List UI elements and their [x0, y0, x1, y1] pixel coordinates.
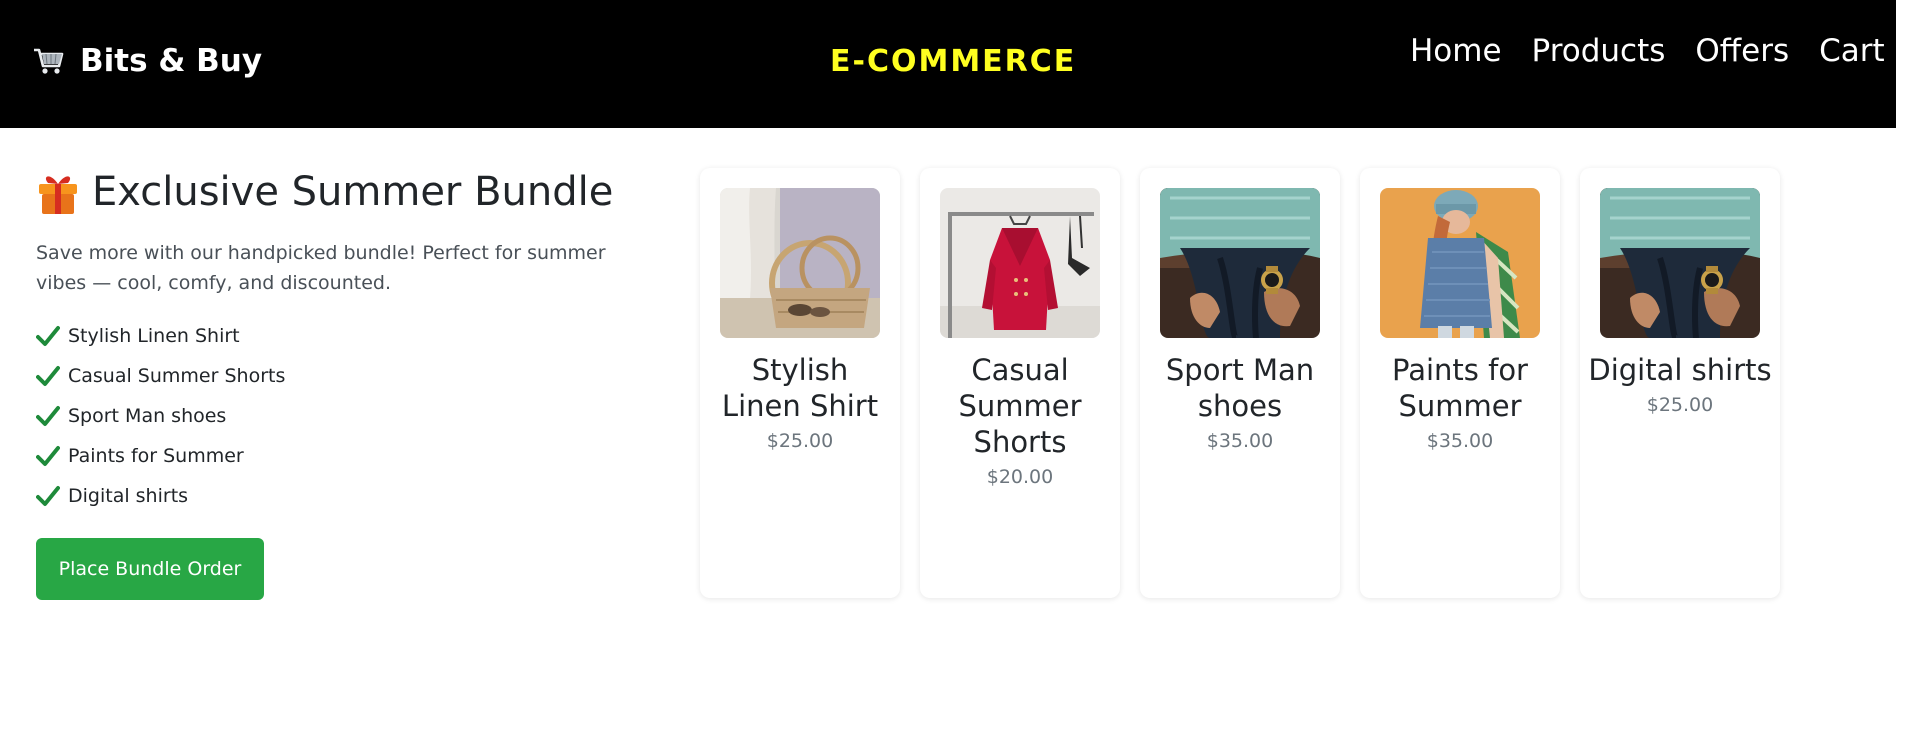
product-card[interactable]: Digital shirts $25.00 — [1580, 168, 1780, 598]
list-item: Sport Man shoes — [36, 396, 656, 436]
list-item: Paints for Summer — [36, 436, 656, 476]
product-name: Paints for Summer — [1392, 353, 1528, 423]
bundle-item-label: Paints for Summer — [68, 445, 244, 467]
place-bundle-order-button[interactable]: Place Bundle Order — [36, 538, 264, 600]
bundle-item-label: Stylish Linen Shirt — [68, 325, 240, 347]
shopping-cart-icon — [34, 48, 64, 74]
site-title: E-COMMERCE — [830, 44, 1077, 79]
product-name: Digital shirts — [1588, 353, 1772, 387]
bundle-description: Save more with our handpicked bundle! Pe… — [36, 242, 606, 294]
product-price: $20.00 — [986, 466, 1054, 488]
list-item: Digital shirts — [36, 476, 656, 516]
bundle-item-label: Digital shirts — [68, 485, 189, 507]
nav-links: Home Products Offers Cart — [1410, 33, 1885, 69]
product-image — [1160, 188, 1320, 338]
check-icon — [36, 326, 60, 346]
product-image — [1380, 188, 1540, 338]
nav-home[interactable]: Home — [1410, 33, 1502, 69]
product-image — [1600, 188, 1760, 338]
check-icon — [36, 366, 60, 386]
list-item: Casual Summer Shorts — [36, 356, 656, 396]
product-card[interactable]: Paints for Summer $35.00 — [1360, 168, 1560, 598]
gift-icon — [39, 176, 77, 214]
bundle-panel: Exclusive Summer Bundle Save more with o… — [36, 168, 656, 600]
check-icon — [36, 446, 60, 466]
product-image — [720, 188, 880, 338]
product-price: $35.00 — [1426, 430, 1494, 452]
bundle-title: Exclusive Summer Bundle — [92, 169, 614, 215]
product-image — [940, 188, 1100, 338]
product-card[interactable]: Casual Summer Shorts $20.00 — [920, 168, 1120, 598]
product-card[interactable]: Sport Man shoes $35.00 — [1140, 168, 1340, 598]
product-name: Sport Man shoes — [1165, 353, 1315, 423]
product-price: $25.00 — [766, 430, 834, 452]
product-name: Casual Summer Shorts — [958, 353, 1082, 459]
bundle-items: Stylish Linen Shirt Casual Summer Shorts… — [36, 316, 656, 516]
brand-name: Bits & Buy — [80, 43, 263, 79]
product-cards: Stylish Linen Shirt $25.00 Casual Summer… — [700, 168, 1780, 598]
navbar: Bits & Buy E-COMMERCE Home Products Offe… — [0, 0, 1896, 128]
nav-cart[interactable]: Cart — [1819, 33, 1885, 69]
brand[interactable]: Bits & Buy — [32, 43, 262, 79]
bundle-item-label: Casual Summer Shorts — [68, 365, 286, 387]
product-card[interactable]: Stylish Linen Shirt $25.00 — [700, 168, 900, 598]
list-item: Stylish Linen Shirt — [36, 316, 656, 356]
product-price: $35.00 — [1206, 430, 1274, 452]
nav-offers[interactable]: Offers — [1695, 33, 1789, 69]
product-name: Stylish Linen Shirt — [721, 353, 879, 423]
product-price: $25.00 — [1646, 394, 1714, 416]
bundle-heading: Exclusive Summer Bundle — [36, 168, 656, 216]
bundle-item-label: Sport Man shoes — [68, 405, 227, 427]
check-icon — [36, 486, 60, 506]
nav-products[interactable]: Products — [1532, 33, 1666, 69]
check-icon — [36, 406, 60, 426]
